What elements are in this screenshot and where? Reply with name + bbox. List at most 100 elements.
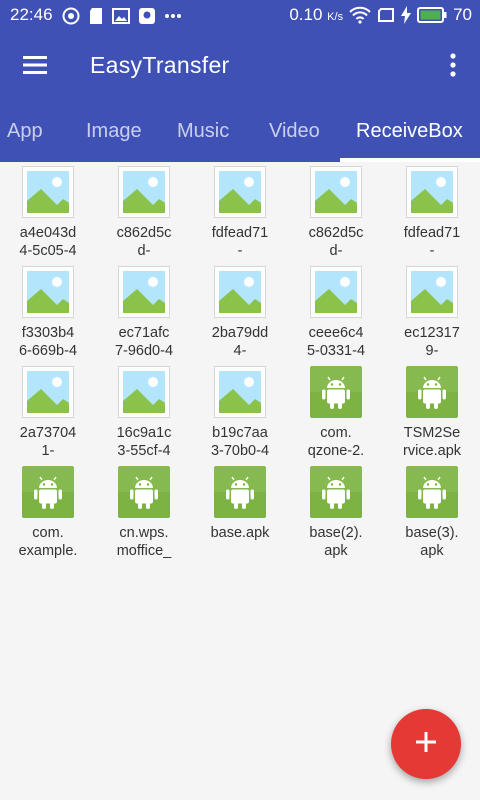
file-name-line: example. [18, 543, 78, 559]
charging-icon [401, 6, 412, 24]
android-apk-icon [310, 466, 362, 518]
file-name-line: TSM2Se [403, 425, 461, 441]
file-item[interactable]: TSM2Se rvice.apk [384, 362, 480, 462]
file-name: com. example. [0, 524, 96, 560]
file-name-line: c862d5c [308, 225, 364, 241]
file-item[interactable]: base.apk [192, 462, 288, 562]
hamburger-menu-icon [22, 55, 48, 80]
android-apk-icon [22, 466, 74, 518]
file-name-line: d- [137, 243, 151, 259]
image-file-icon [406, 166, 458, 218]
file-item[interactable]: 2ba79dd 4- [192, 262, 288, 362]
file-item[interactable]: ceee6c4 5-0331-4 [288, 262, 384, 362]
file-name: b19c7aa 3-70b0-4 [192, 424, 288, 460]
file-name-line: 2ba79dd [211, 325, 269, 341]
file-name: base(2). apk [288, 524, 384, 560]
sd-card-icon [88, 7, 104, 25]
tab-video[interactable]: Video [269, 120, 320, 143]
file-name-line: fdfead71 [403, 225, 461, 241]
file-name: f3303b4 6-669b-4 [0, 324, 96, 360]
file-name-line: 1- [41, 443, 55, 459]
status-time: 22:46 [10, 5, 53, 24]
battery-level: 70 [453, 5, 472, 24]
file-item[interactable]: fdfead71 - [384, 162, 480, 262]
file-item[interactable]: 16c9a1c 3-55cf-4 [96, 362, 192, 462]
image-file-icon [22, 266, 74, 318]
tab-app[interactable]: App [7, 120, 43, 143]
file-item[interactable]: com. example. [0, 462, 96, 562]
file-name-line: apk [324, 543, 348, 559]
file-item[interactable]: a4e043d 4-5c05-4 [0, 162, 96, 262]
file-name: fdfead71 - [192, 224, 288, 260]
tab-music[interactable]: Music [177, 120, 229, 143]
file-name-line: cn.wps. [119, 525, 169, 541]
tab-image[interactable]: Image [86, 120, 142, 143]
file-name-line: 3-55cf-4 [117, 443, 171, 459]
file-name-line: 16c9a1c [116, 425, 172, 441]
file-item[interactable]: f3303b4 6-669b-4 [0, 262, 96, 362]
file-name-line: 9- [425, 343, 439, 359]
image-icon [112, 8, 130, 24]
file-item[interactable]: 2a73704 1- [0, 362, 96, 462]
image-file-icon [214, 266, 266, 318]
file-name: ceee6c4 5-0331-4 [288, 324, 384, 360]
file-item[interactable]: b19c7aa 3-70b0-4 [192, 362, 288, 462]
file-name: base(3). apk [384, 524, 480, 560]
file-item[interactable]: ec12317 9- [384, 262, 480, 362]
app-title: EasyTransfer [90, 52, 230, 78]
image-file-icon [22, 366, 74, 418]
file-item[interactable]: base(2). apk [288, 462, 384, 562]
file-name-line: com. [32, 525, 64, 541]
status-right: 0.10 K/s 70 [289, 5, 472, 25]
file-name-line: ec12317 [404, 325, 460, 341]
file-name-line: a4e043d [19, 225, 77, 241]
screen-icon [377, 7, 395, 23]
file-name: 2a73704 1- [0, 424, 96, 460]
image-file-icon [22, 166, 74, 218]
file-name-line: 4- [233, 343, 247, 359]
file-name: 16c9a1c 3-55cf-4 [96, 424, 192, 460]
file-name-line: moffice_ [116, 543, 172, 559]
status-bar: 22:46 0.10 K/s 70 [0, 0, 480, 32]
overflow-menu-button[interactable] [438, 48, 468, 86]
more-dots-icon [164, 13, 182, 19]
file-name: ec71afc 7-96d0-4 [96, 324, 192, 360]
file-item[interactable]: c862d5c d- [96, 162, 192, 262]
file-name-line: base(3). [405, 525, 459, 541]
tab-receivebox[interactable]: ReceiveBox [356, 120, 463, 143]
file-name-line: d- [329, 243, 343, 259]
app-bar: EasyTransfer [0, 32, 480, 102]
file-name-line: b19c7aa [212, 425, 268, 441]
file-name: c862d5c d- [96, 224, 192, 260]
tab-bar: App Image Music Video ReceiveBox [0, 102, 480, 162]
notification-icon [138, 7, 156, 25]
file-item[interactable]: c862d5c d- [288, 162, 384, 262]
file-name-line: fdfead71 [211, 225, 269, 241]
file-item[interactable]: ec71afc 7-96d0-4 [96, 262, 192, 362]
header: 22:46 0.10 K/s 70 EasyTransfer App Image… [0, 0, 480, 162]
file-name-line: base(2). [309, 525, 363, 541]
file-name-line: 7-96d0-4 [114, 343, 174, 359]
android-apk-icon [118, 466, 170, 518]
more-vertical-icon [449, 52, 457, 82]
file-name: base.apk [192, 524, 288, 542]
file-name-line: com. [320, 425, 352, 441]
android-apk-icon [406, 366, 458, 418]
image-file-icon [118, 166, 170, 218]
file-name-line: ceee6c4 [308, 325, 364, 341]
file-item[interactable]: fdfead71 - [192, 162, 288, 262]
file-name-line: 3-70b0-4 [210, 443, 270, 459]
add-fab-button[interactable] [391, 709, 461, 779]
file-name: c862d5c d- [288, 224, 384, 260]
file-item[interactable]: cn.wps. moffice_ [96, 462, 192, 562]
file-name: fdfead71 - [384, 224, 480, 260]
menu-button[interactable] [16, 48, 54, 86]
file-item[interactable]: com. qzone-2. [288, 362, 384, 462]
file-item[interactable]: base(3). apk [384, 462, 480, 562]
image-file-icon [118, 366, 170, 418]
android-apk-icon [310, 366, 362, 418]
file-name-line: ec71afc [118, 325, 170, 341]
file-name: a4e043d 4-5c05-4 [0, 224, 96, 260]
file-name-line: c862d5c [116, 225, 172, 241]
file-name-line: f3303b4 [21, 325, 75, 341]
